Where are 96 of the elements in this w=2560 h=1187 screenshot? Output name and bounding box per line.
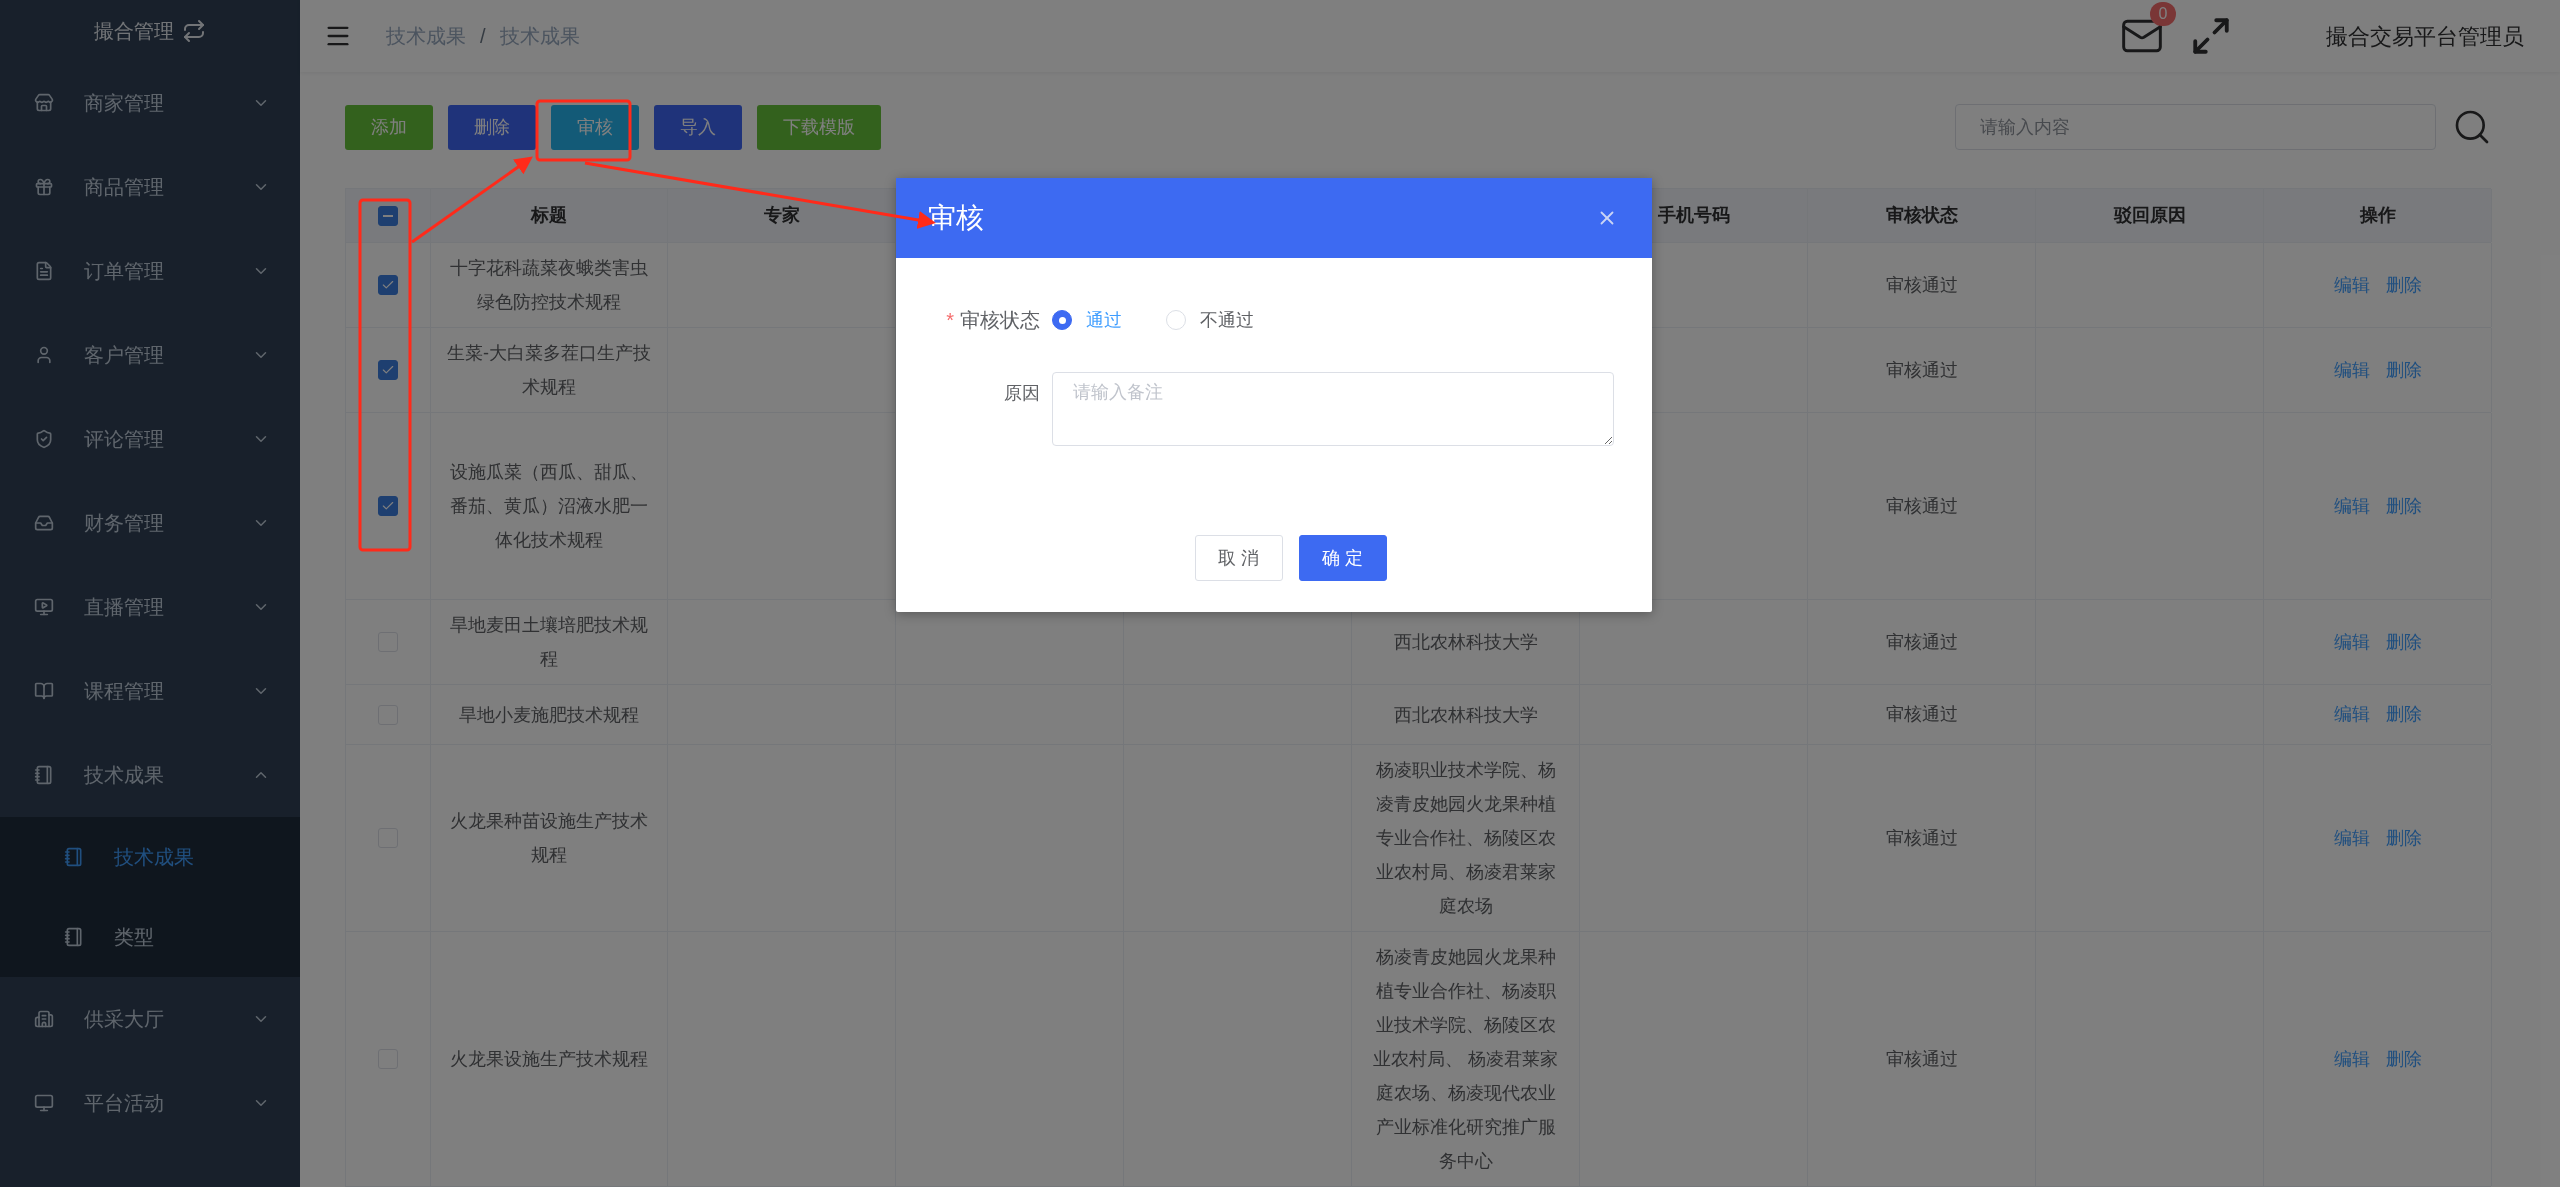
table-row[interactable]: 旱地麦田土壤培肥技术规程 西北农林科技大学 审核通过 编辑 删除 bbox=[346, 600, 2491, 685]
reason-field[interactable]: 请输入备注 bbox=[1052, 372, 1614, 446]
menu-item[interactable]: 客户管理 bbox=[0, 313, 300, 397]
edit-link[interactable]: 编辑 bbox=[2333, 1045, 2370, 1073]
table-row[interactable]: 旱地小麦施肥技术规程 西北农林科技大学 审核通过 编辑 删除 bbox=[346, 685, 2491, 745]
edit-link[interactable]: 编辑 bbox=[2333, 356, 2370, 384]
table-row[interactable]: 火龙果种苗设施生产技术规程 杨凌职业技术学院、杨凌青皮她园火龙果种植专业合作社、杨陵区农业农村局、杨凌君莱家庭农场 审核通过 编辑 删除 bbox=[346, 745, 2491, 932]
check-icon bbox=[381, 278, 395, 292]
column-header: 操作 bbox=[2359, 204, 2396, 227]
table-cell-text: 火龙果种苗设施生产技术规程 bbox=[449, 810, 649, 867]
radio-option[interactable]: 通过 bbox=[1052, 306, 1122, 334]
table-cell-text: 生菜-大白菜多茬口生产技术规程 bbox=[446, 342, 652, 399]
building-icon bbox=[34, 1009, 54, 1029]
monitor-icon bbox=[34, 1093, 54, 1113]
row-checkbox[interactable] bbox=[378, 496, 398, 516]
menu-item[interactable]: 平台活动 bbox=[0, 1061, 300, 1145]
table-cell-text: 西北农林科技大学 bbox=[1393, 703, 1538, 727]
edit-link[interactable]: 编辑 bbox=[2333, 628, 2370, 656]
sidebar-title: 撮合管理 bbox=[94, 18, 174, 44]
delete-link[interactable]: 删除 bbox=[2385, 356, 2422, 384]
menu-item[interactable]: 供采大厅 bbox=[0, 977, 300, 1061]
menu-item[interactable]: 技术成果 bbox=[0, 733, 300, 817]
shield-icon bbox=[34, 429, 54, 449]
notebook-icon bbox=[34, 765, 54, 785]
notebook-icon bbox=[64, 927, 84, 947]
delete-link[interactable]: 删除 bbox=[2385, 1045, 2422, 1073]
table-cell-text: 火龙果设施生产技术规程 bbox=[450, 1048, 648, 1071]
confirm-button[interactable]: 确 定 bbox=[1299, 535, 1387, 581]
delete-link[interactable]: 删除 bbox=[2385, 701, 2422, 728]
table-row[interactable]: 火龙果设施生产技术规程 杨凌青皮她园火龙果种植专业合作社、杨凌职业技术学院、杨陵区农业农村局、 杨凌君莱家庭农场、杨凌现代农业产业标准化研究推广服务中心 审核通过 编辑 删除 bbox=[346, 932, 2491, 1187]
radio-option[interactable]: 不通过 bbox=[1166, 306, 1254, 334]
breadcrumb-separator: / bbox=[480, 24, 486, 49]
row-checkbox[interactable] bbox=[378, 360, 398, 380]
book-icon bbox=[34, 681, 54, 701]
delete-link[interactable]: 删除 bbox=[2385, 824, 2422, 852]
user-name[interactable]: 撮合交易平台管理员 bbox=[2326, 19, 2524, 53]
switch-icon[interactable] bbox=[182, 18, 206, 43]
gift-icon bbox=[34, 177, 54, 197]
menu-item[interactable]: 财务管理 bbox=[0, 481, 300, 565]
form-label: 审核状态 bbox=[960, 309, 1040, 331]
notebook-icon bbox=[64, 847, 84, 867]
edit-link[interactable]: 编辑 bbox=[2333, 271, 2370, 299]
table-cell-text: 审核通过 bbox=[1885, 273, 1958, 297]
toolbar-button[interactable]: 导入 bbox=[654, 104, 742, 150]
check-icon bbox=[381, 499, 395, 513]
menu-item[interactable]: 订单管理 bbox=[0, 229, 300, 313]
row-checkbox[interactable] bbox=[378, 275, 398, 295]
table-cell-text: 审核通过 bbox=[1885, 358, 1958, 382]
column-header: 标题 bbox=[531, 204, 567, 227]
select-all-checkbox[interactable] bbox=[378, 205, 398, 226]
menu-item[interactable]: 商品管理 bbox=[0, 145, 300, 229]
toolbar-button[interactable]: 审核 bbox=[551, 104, 639, 150]
edit-link[interactable]: 编辑 bbox=[2333, 492, 2370, 520]
table-cell-text: 旱地麦田土壤培肥技术规程 bbox=[449, 614, 649, 671]
column-header: 专家 bbox=[763, 204, 800, 227]
menu-item[interactable]: 直播管理 bbox=[0, 565, 300, 649]
column-header: 手机号码 bbox=[1657, 204, 1730, 227]
inbox-icon bbox=[34, 513, 54, 533]
document-icon bbox=[34, 261, 54, 281]
table-cell-text: 审核通过 bbox=[1885, 494, 1958, 518]
column-header: 审核状态 bbox=[1885, 204, 1958, 227]
menu-item[interactable]: 商家管理 bbox=[0, 61, 300, 145]
toolbar-button[interactable]: 删除 bbox=[448, 104, 536, 150]
delete-link[interactable]: 删除 bbox=[2385, 492, 2422, 520]
form-label: 原因 bbox=[1003, 382, 1041, 405]
table-cell-text: 杨凌青皮她园火龙果种植专业合作社、杨凌职业技术学院、杨陵区农业农村局、 杨凌君莱家庭农场、杨凌现代农业产业标准化研究推广服务中心 bbox=[1372, 946, 1559, 1173]
unread-badge: 0 bbox=[2150, 2, 2176, 26]
search-field[interactable]: 请输入内容 bbox=[1955, 104, 2436, 150]
table-cell-text: 审核通过 bbox=[1885, 630, 1958, 654]
fullscreen-icon[interactable] bbox=[2190, 15, 2232, 57]
dialog-title: 审核 bbox=[928, 201, 985, 235]
table-cell-text: 西北农林科技大学 bbox=[1393, 631, 1538, 654]
table-cell-text: 杨凌职业技术学院、杨凌青皮她园火龙果种植专业合作社、杨陵区农业农村局、杨凌君莱家庭农场 bbox=[1374, 759, 1557, 918]
store-icon bbox=[34, 93, 54, 113]
menu-item[interactable]: 课程管理 bbox=[0, 649, 300, 733]
submenu-item[interactable]: 技术成果 bbox=[0, 817, 300, 897]
table-cell-text: 审核通过 bbox=[1885, 703, 1958, 726]
table-cell-text: 十字花科蔬菜夜蛾类害虫绿色防控技术规程 bbox=[449, 257, 649, 314]
table-cell-text: 审核通过 bbox=[1885, 1047, 1958, 1071]
toolbar-button[interactable]: 添加 bbox=[345, 104, 433, 150]
table-cell-text: 旱地小麦施肥技术规程 bbox=[459, 703, 639, 727]
delete-link[interactable]: 删除 bbox=[2385, 628, 2422, 656]
menu-item[interactable]: 评论管理 bbox=[0, 397, 300, 481]
check-icon bbox=[381, 363, 395, 377]
table-cell-text: 审核通过 bbox=[1885, 826, 1958, 850]
table-cell-text: 设施瓜菜（西瓜、甜瓜、番茄、黄瓜）沼液水肥一体化技术规程 bbox=[449, 461, 649, 552]
edit-link[interactable]: 编辑 bbox=[2333, 701, 2370, 728]
edit-link[interactable]: 编辑 bbox=[2333, 824, 2370, 852]
monitor-icon bbox=[34, 597, 54, 617]
required-mark: * bbox=[946, 309, 954, 331]
user-icon bbox=[34, 345, 54, 365]
cancel-button[interactable]: 取 消 bbox=[1195, 535, 1283, 581]
submenu-item[interactable]: 类型 bbox=[0, 897, 300, 977]
column-header: 驳回原因 bbox=[2113, 204, 2186, 227]
delete-link[interactable]: 删除 bbox=[2385, 271, 2422, 299]
toolbar-button[interactable]: 下载模版 bbox=[757, 104, 881, 150]
